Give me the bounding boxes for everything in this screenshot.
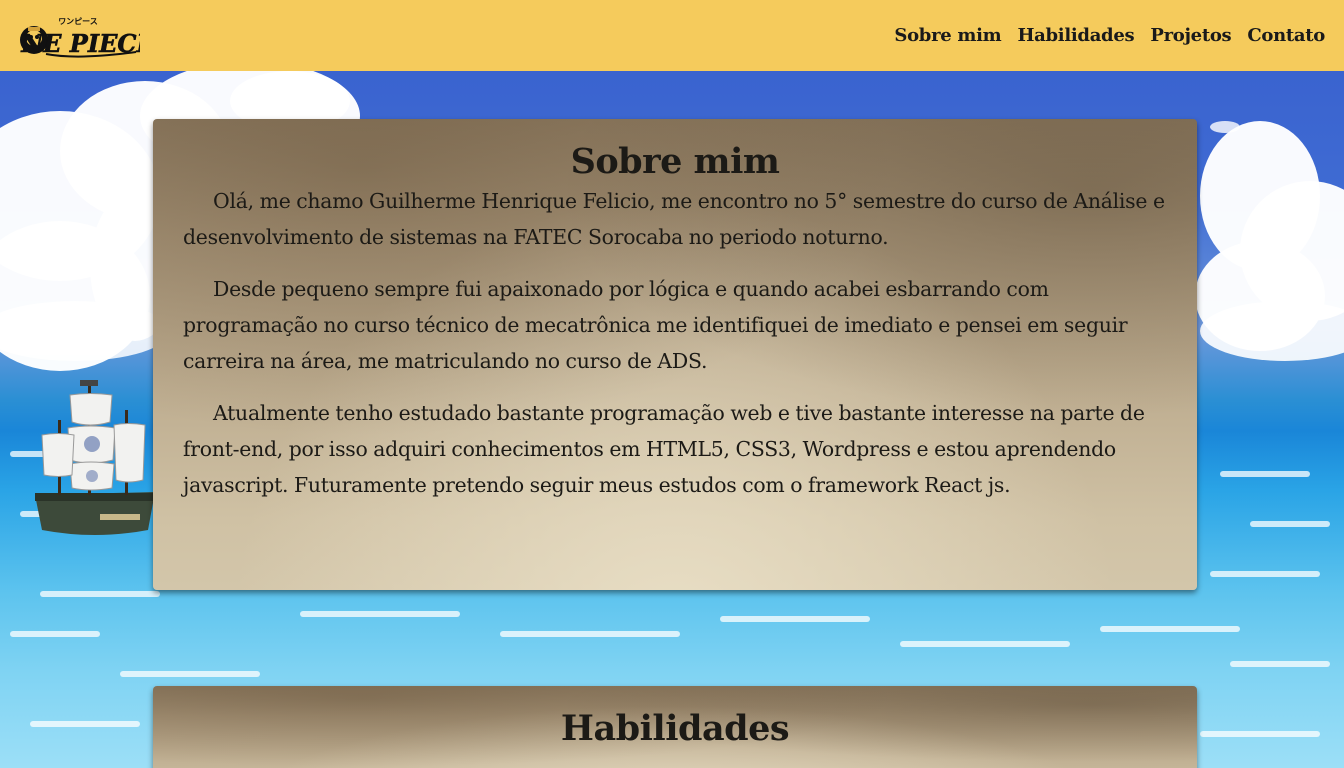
about-section: Sobre mim Olá, me chamo Guilherme Henriq… xyxy=(153,119,1197,590)
nav-link-sobre-mim[interactable]: Sobre mim xyxy=(894,25,1001,46)
about-title: Sobre mim xyxy=(570,141,780,182)
about-paragraph-2: Desde pequeno sempre fui apaixonado por … xyxy=(183,277,1128,373)
nav-link-projetos[interactable]: Projetos xyxy=(1150,25,1231,46)
page: ワンピース NE PIECE Sobre mim Habilidades Pro… xyxy=(0,0,1344,768)
about-paragraph-3: Atualmente tenho estudado bastante progr… xyxy=(183,401,1145,497)
one-piece-logo-icon[interactable]: ワンピース NE PIECE xyxy=(16,14,140,58)
about-text: Olá, me chamo Guilherme Henrique Felicio… xyxy=(153,183,1197,503)
svg-text:ワンピース: ワンピース xyxy=(58,16,98,26)
skills-section: Habilidades xyxy=(153,686,1197,768)
main-nav: Sobre mim Habilidades Projetos Contato xyxy=(894,25,1325,46)
nav-link-contato[interactable]: Contato xyxy=(1247,25,1325,46)
pirate-ship-icon xyxy=(30,380,160,545)
site-header: ワンピース NE PIECE Sobre mim Habilidades Pro… xyxy=(0,0,1344,71)
nav-link-habilidades[interactable]: Habilidades xyxy=(1017,25,1134,46)
skills-title: Habilidades xyxy=(560,708,790,749)
about-paragraph-1: Olá, me chamo Guilherme Henrique Felicio… xyxy=(183,189,1165,249)
